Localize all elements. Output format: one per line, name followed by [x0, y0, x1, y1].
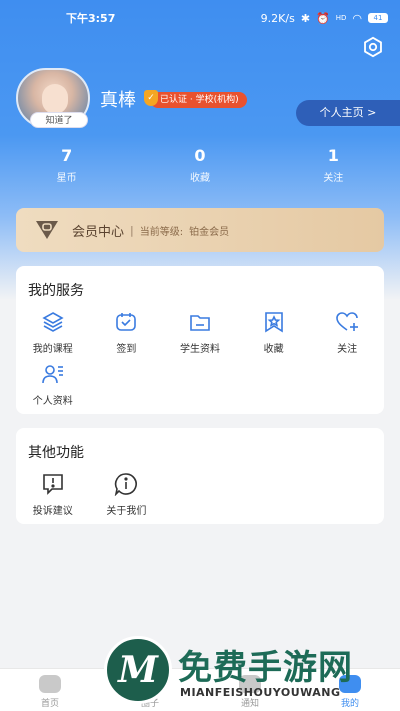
watermark-title: 免费手游网	[178, 648, 353, 688]
nav-home[interactable]: 首页	[0, 669, 100, 711]
section-title: 其他功能	[28, 445, 84, 461]
watermark-logo: M	[104, 636, 172, 704]
service-personal-info[interactable]: 个人资料	[16, 362, 90, 414]
other-functions-card: 其他功能 投诉建议 关于我们	[16, 428, 384, 524]
alarm-icon: ⏰	[316, 11, 330, 25]
checkin-calendar-icon	[116, 313, 137, 331]
vip-separator: |	[130, 223, 134, 237]
avatar-tag: 知道了	[30, 112, 88, 128]
function-label: 投诉建议	[32, 506, 73, 517]
section-title: 我的服务	[28, 283, 84, 299]
watermark-logo-letter: M	[118, 649, 158, 691]
stat-value: 0	[194, 146, 206, 165]
stat-label: 星币	[56, 173, 77, 184]
service-label: 学生资料	[179, 344, 220, 355]
info-icon	[115, 473, 138, 496]
avatar-face	[42, 84, 68, 114]
verify-tag: 已认证 · 学校(机构)	[150, 92, 247, 108]
heart-plus-icon	[336, 312, 359, 331]
settings-gear-icon[interactable]	[362, 36, 384, 58]
bookmark-star-icon	[264, 312, 283, 333]
vip-level-value: 铂金会员	[189, 226, 230, 238]
stat-label: 关注	[323, 173, 344, 184]
service-label: 我的课程	[32, 344, 73, 355]
stat-value: 1	[327, 146, 339, 165]
stat-coins[interactable]: 7 星币	[0, 146, 133, 184]
battery-icon: 41	[368, 13, 388, 23]
stat-favorites[interactable]: 0 收藏	[133, 146, 266, 184]
function-feedback[interactable]: 投诉建议	[16, 472, 90, 524]
status-bar: 下午3:57 9.2K/s ✱ ⏰ HD ◠ 41	[0, 0, 400, 36]
home-icon	[39, 675, 61, 693]
service-label: 收藏	[263, 344, 284, 355]
vip-title: 会员中心	[72, 224, 125, 240]
function-about-us[interactable]: 关于我们	[90, 472, 164, 524]
username: 真棒	[100, 90, 136, 111]
feedback-icon	[42, 474, 63, 495]
wifi-icon: ◠	[352, 11, 362, 25]
bluetooth-icon: ✱	[300, 11, 311, 25]
signal-label: HD	[335, 14, 347, 22]
service-label: 个人资料	[32, 396, 73, 407]
site-watermark: M 免费手游网 MIANFEISHOUYOUWANG	[104, 636, 394, 706]
user-profile-icon	[41, 365, 63, 384]
stat-label: 收藏	[189, 173, 210, 184]
folder-icon	[190, 315, 210, 331]
layers-icon	[42, 312, 64, 332]
service-label: 关注	[337, 344, 358, 355]
service-checkin[interactable]: 签到	[90, 310, 164, 362]
service-favorites[interactable]: 收藏	[237, 310, 311, 362]
my-services-card: 我的服务 我的课程 签到 学生资料 收藏 关注 个人资料	[16, 266, 384, 414]
personal-homepage-button[interactable]: 个人主页 >	[296, 100, 400, 126]
service-student-files[interactable]: 学生资料	[163, 310, 237, 362]
watermark-subtitle: MIANFEISHOUYOUWANG	[180, 686, 341, 699]
vip-diamond-icon	[36, 221, 58, 239]
verified-shield-icon: ✓	[144, 90, 158, 106]
net-speed: 9.2K/s	[260, 11, 295, 25]
vip-center-banner[interactable]: 会员中心 | 当前等级: 铂金会员	[16, 208, 384, 252]
stats-row: 7 星币 0 收藏 1 关注	[0, 146, 400, 184]
status-time: 下午3:57	[66, 12, 116, 25]
nav-label: 首页	[40, 699, 59, 709]
service-following[interactable]: 关注	[310, 310, 384, 362]
function-label: 关于我们	[106, 506, 147, 517]
service-my-courses[interactable]: 我的课程	[16, 310, 90, 362]
stat-value: 7	[61, 146, 73, 165]
stat-following[interactable]: 1 关注	[267, 146, 400, 184]
service-label: 签到	[116, 344, 137, 355]
vip-level-label: 当前等级:	[139, 226, 184, 238]
